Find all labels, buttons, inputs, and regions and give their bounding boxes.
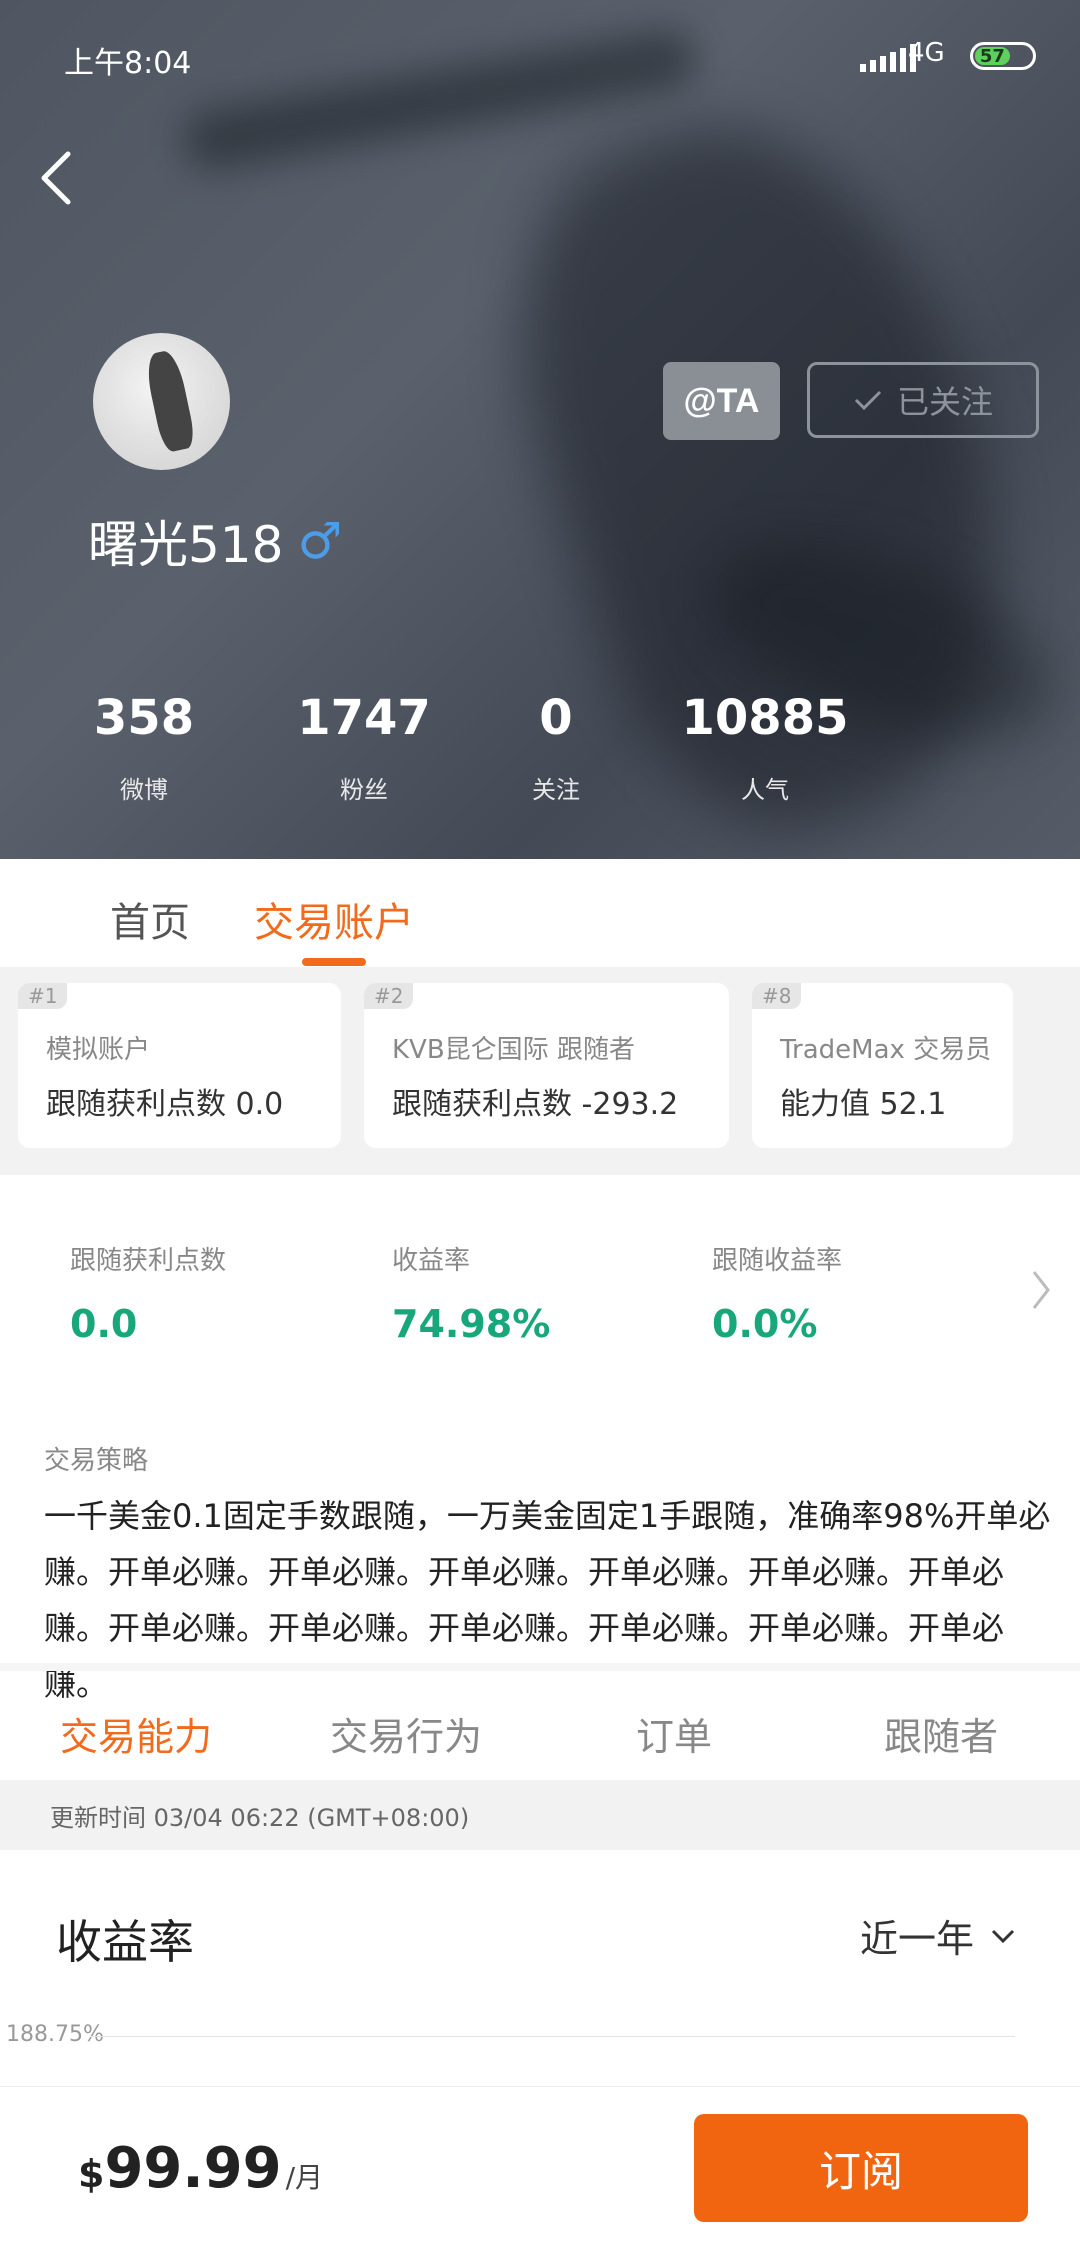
account-tag: #8: [752, 983, 802, 1009]
price-currency: $: [78, 2152, 105, 2196]
avatar[interactable]: [93, 333, 230, 470]
price-value: 99.99: [104, 2136, 282, 2201]
stat-posts[interactable]: 358 微博: [44, 690, 244, 805]
tab-home[interactable]: 首页: [110, 890, 190, 948]
stat-value: 0: [539, 690, 573, 746]
account-card[interactable]: #2 KVB昆仑国际 跟随者 跟随获利点数 -293.2: [364, 983, 729, 1148]
tab-orders[interactable]: 订单: [636, 1706, 712, 1761]
male-icon: ♂: [297, 512, 343, 570]
chevron-down-icon: [991, 1929, 1015, 1943]
tab-trading-behavior[interactable]: 交易行为: [330, 1706, 482, 1761]
divider: [0, 1663, 1080, 1671]
strategy-title: 交易策略: [44, 1446, 149, 1476]
chart-gridline: [90, 2036, 1015, 2037]
account-card[interactable]: #1 模拟账户 跟随获利点数 0.0: [18, 983, 341, 1148]
check-icon: [854, 390, 882, 411]
period-label: 近一年: [860, 1917, 975, 1961]
stat-label: 人气: [741, 776, 789, 804]
chevron-right-icon[interactable]: [1030, 1268, 1052, 1312]
network-type: 4G: [908, 38, 945, 68]
username-row: 曙光518 ♂: [88, 505, 342, 577]
metric-value: 0.0: [70, 1302, 138, 1346]
stat-label: 关注: [532, 776, 580, 804]
account-tag: #1: [18, 983, 68, 1009]
account-tag: #2: [364, 983, 414, 1009]
stat-value: 1747: [297, 690, 431, 746]
tab-trading-account[interactable]: 交易账户: [254, 890, 414, 948]
back-arrow-icon[interactable]: [36, 148, 80, 208]
metric-value: 74.98%: [392, 1302, 551, 1346]
stat-label: 粉丝: [340, 776, 388, 804]
status-time: 上午8:04: [64, 46, 192, 81]
stat-fans[interactable]: 1747 粉丝: [264, 690, 464, 805]
account-detail: 跟随获利点数 -293.2: [392, 1087, 679, 1122]
section-title: 收益率: [56, 1915, 194, 1969]
period-selector[interactable]: 近一年: [860, 1908, 1016, 1963]
strategy-text: 一千美金0.1固定手数跟随，一万美金固定1手跟随，准确率98%开单必赚。开单必赚…: [44, 1497, 1051, 1703]
tab-followers[interactable]: 跟随者: [884, 1706, 998, 1761]
subscribe-button[interactable]: 订阅: [694, 2114, 1028, 2222]
y-axis-tick: 188.75%: [6, 2022, 104, 2047]
account-detail: 跟随获利点数 0.0: [46, 1087, 284, 1122]
metric-label: 收益率: [392, 1246, 471, 1276]
username: 曙光518: [88, 516, 284, 574]
active-tab-indicator: [302, 958, 366, 966]
followed-label: 已关注: [896, 384, 993, 420]
mention-button[interactable]: @TA: [663, 362, 780, 440]
metric-value: 0.0%: [712, 1302, 818, 1346]
metric-label: 跟随获利点数: [70, 1246, 227, 1276]
stat-popularity[interactable]: 10885 人气: [665, 690, 865, 805]
account-detail: 能力值 52.1: [780, 1087, 947, 1122]
account-card[interactable]: #8 TradeMax 交易员 能力值 52.1: [752, 983, 1013, 1148]
stat-value: 10885: [681, 690, 849, 746]
tab-trading-ability[interactable]: 交易能力: [60, 1706, 212, 1761]
metric-label: 跟随收益率: [712, 1246, 843, 1276]
stat-label: 微博: [120, 776, 168, 804]
stat-following[interactable]: 0 关注: [456, 690, 656, 805]
followed-button[interactable]: 已关注: [807, 362, 1039, 438]
battery-level: 57: [979, 45, 1005, 67]
account-name: KVB昆仑国际 跟随者: [392, 1035, 635, 1065]
price: $ 99.99 /月: [78, 2136, 323, 2201]
account-name: 模拟账户: [46, 1035, 151, 1065]
battery-icon: 57: [970, 42, 1036, 70]
update-time: 更新时间 03/04 06:22 (GMT+08:00): [50, 1804, 470, 1832]
stat-value: 358: [93, 690, 195, 746]
account-name: TradeMax 交易员: [780, 1035, 992, 1065]
price-unit: /月: [285, 2161, 324, 2194]
